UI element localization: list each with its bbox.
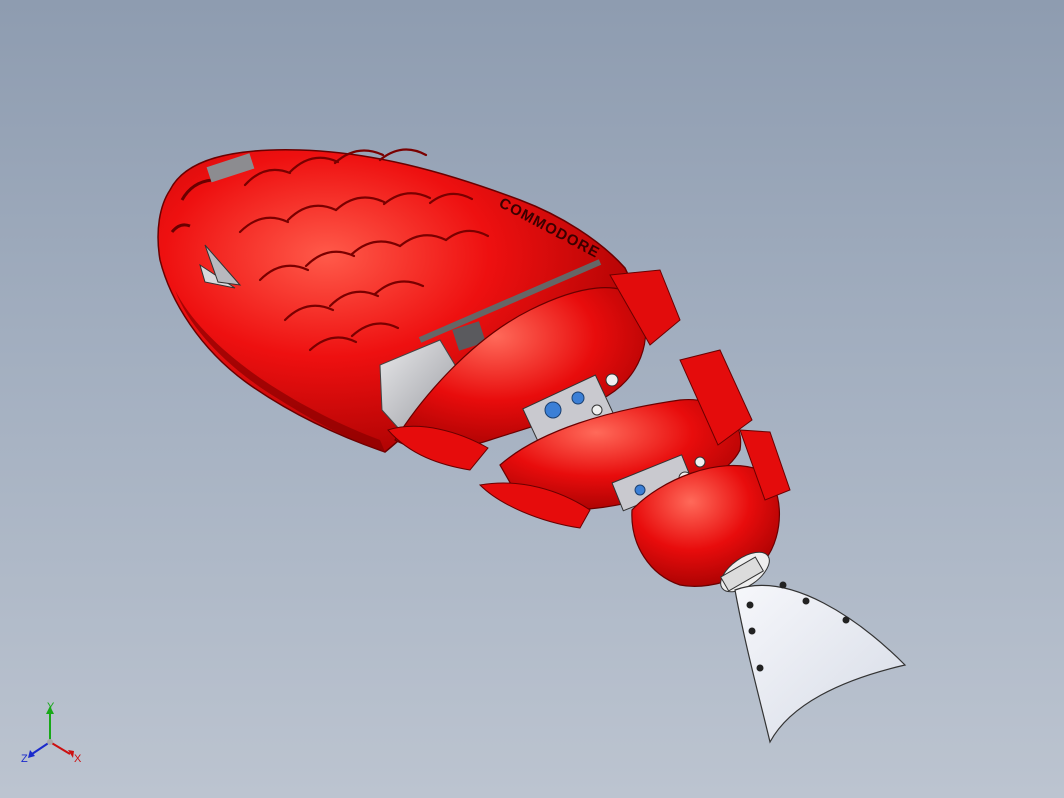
- x-axis-arrow: [49, 741, 71, 755]
- cad-viewport[interactable]: COMMODORE Y X Z: [0, 0, 1064, 798]
- z-axis-arrow: [31, 741, 51, 755]
- y-axis-label: Y: [47, 701, 55, 713]
- x-axis-label: X: [74, 753, 82, 765]
- z-axis-label: Z: [21, 753, 28, 765]
- orientation-triad[interactable]: Y X Z: [18, 700, 88, 770]
- robot-fish-model[interactable]: COMMODORE: [0, 0, 1064, 798]
